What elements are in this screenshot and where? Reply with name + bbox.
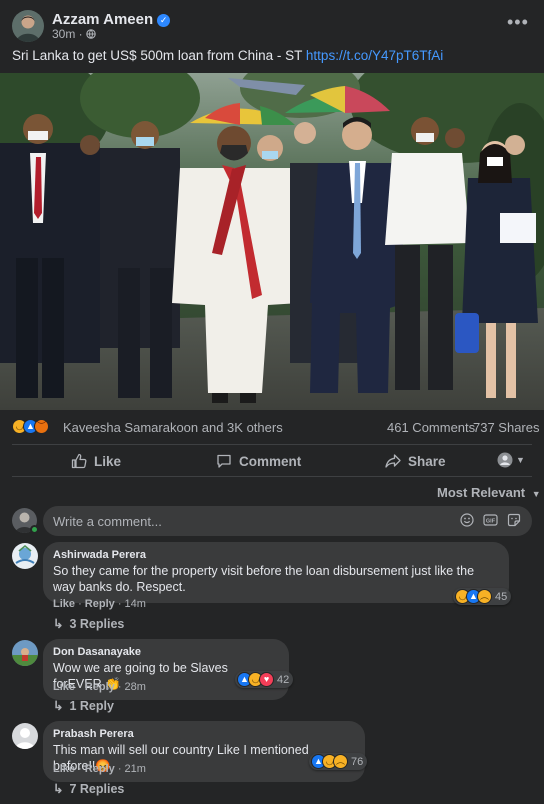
comment-reply-link[interactable]: Reply xyxy=(85,681,115,693)
profile-globe-icon xyxy=(497,452,513,468)
thumbs-up-icon xyxy=(71,453,87,469)
comment-like-link[interactable]: Like xyxy=(53,681,75,693)
divider xyxy=(12,476,532,477)
replies-label: 7 Replies xyxy=(69,781,125,796)
angry-reaction-icon: ︶ xyxy=(34,419,49,434)
comment-actions: Like · Reply · 14m xyxy=(53,598,146,610)
post-link[interactable]: https://t.co/Y47pT6TfAi xyxy=(306,48,443,63)
commenter-name[interactable]: Don Dasanayake xyxy=(53,646,278,658)
post-photo[interactable] xyxy=(0,73,544,410)
reply-arrow-icon: ↳ xyxy=(53,782,64,796)
comment-label: Comment xyxy=(239,453,302,469)
like-label: Like xyxy=(94,453,122,469)
post-time[interactable]: 30m xyxy=(52,27,75,41)
comment-reply-link[interactable]: Reply xyxy=(85,598,115,610)
divider xyxy=(12,444,532,445)
comment-reactions[interactable]: ◡ ▲ ︵ 45 xyxy=(453,588,512,605)
comment-reply-link[interactable]: Reply xyxy=(85,763,115,775)
view-replies-link[interactable]: ↳ 7 Replies xyxy=(53,781,125,797)
replies-label: 1 Reply xyxy=(69,698,114,713)
comment-text: So they came for the property visit befo… xyxy=(53,564,475,594)
verified-badge-icon: ✓ xyxy=(157,14,171,27)
view-replies-link[interactable]: ↳ 3 Replies xyxy=(53,616,125,632)
comment-like-link[interactable]: Like xyxy=(53,598,75,610)
share-icon xyxy=(385,454,401,468)
comment-input[interactable]: Write a comment... GIF xyxy=(43,506,532,536)
comment-time[interactable]: 14m xyxy=(125,598,146,610)
shares-count[interactable]: 737 Shares xyxy=(473,420,540,435)
commenter-name[interactable]: Prabash Perera xyxy=(53,728,354,740)
reaction-count: 45 xyxy=(495,590,508,603)
comment-icon xyxy=(217,454,231,468)
emoji-icon[interactable] xyxy=(460,513,474,530)
sad-reaction-icon: ︵ xyxy=(333,754,348,769)
like-button[interactable]: Like xyxy=(71,453,121,469)
online-status-dot xyxy=(30,525,39,534)
sad-reaction-icon: ︵ xyxy=(477,589,492,604)
post-text: Sri Lanka to get US$ 500m loan from Chin… xyxy=(12,48,532,63)
globe-icon xyxy=(86,29,96,39)
replies-label: 3 Replies xyxy=(69,616,125,631)
svg-text:GIF: GIF xyxy=(486,519,496,525)
comment-like-link[interactable]: Like xyxy=(53,763,75,775)
comment-sort-dropdown[interactable]: Most Relevant ▼ xyxy=(437,485,541,500)
reaction-count: 76 xyxy=(351,755,364,768)
post-meta: 30m · xyxy=(52,27,96,41)
comment-actions: Like · Reply · 28m xyxy=(53,681,146,693)
love-reaction-icon: ♥ xyxy=(259,672,274,687)
author-name[interactable]: Azzam Ameen xyxy=(52,11,153,28)
gif-icon[interactable]: GIF xyxy=(483,513,498,530)
share-label: Share xyxy=(408,453,446,469)
reply-arrow-icon: ↳ xyxy=(53,617,64,631)
more-horizontal-icon[interactable]: ••• xyxy=(507,12,529,33)
comment-time[interactable]: 21m xyxy=(125,763,146,775)
comment-actions: Like · Reply · 21m xyxy=(53,763,146,775)
sticker-icon[interactable] xyxy=(507,513,521,530)
commenter-avatar[interactable] xyxy=(12,723,38,749)
view-replies-link[interactable]: ↳ 1 Reply xyxy=(53,698,114,714)
reply-arrow-icon: ↳ xyxy=(53,699,64,713)
post-reactions[interactable]: ◡ ▲ ︶ xyxy=(12,419,49,434)
comment-reactions[interactable]: ▲ ◡ ︵ 76 xyxy=(309,753,368,770)
share-as-selector[interactable]: ▼ xyxy=(497,452,525,468)
commenter-name[interactable]: Ashirwada Perera xyxy=(53,549,498,561)
caret-down-icon: ▼ xyxy=(531,489,541,499)
post-body: Sri Lanka to get US$ 500m loan from Chin… xyxy=(12,48,303,63)
chevron-down-icon: ▼ xyxy=(516,455,525,465)
comment-bubble: Ashirwada Perera So they came for the pr… xyxy=(43,542,509,603)
commenter-avatar[interactable] xyxy=(12,640,38,666)
reaction-count: 42 xyxy=(277,673,290,686)
share-button[interactable]: Share xyxy=(385,453,446,469)
comments-count[interactable]: 461 Comments xyxy=(387,420,475,435)
comment-time[interactable]: 28m xyxy=(125,681,146,693)
reactors-text[interactable]: Kaveesha Samarakoon and 3K others xyxy=(63,420,283,435)
sort-label: Most Relevant xyxy=(437,485,526,500)
comment-reactions[interactable]: ▲ ◡ ♥ 42 xyxy=(235,671,294,688)
comment-placeholder: Write a comment... xyxy=(53,514,162,529)
comment-button[interactable]: Comment xyxy=(216,453,301,469)
author-avatar[interactable] xyxy=(12,10,44,42)
commenter-avatar[interactable] xyxy=(12,543,38,569)
